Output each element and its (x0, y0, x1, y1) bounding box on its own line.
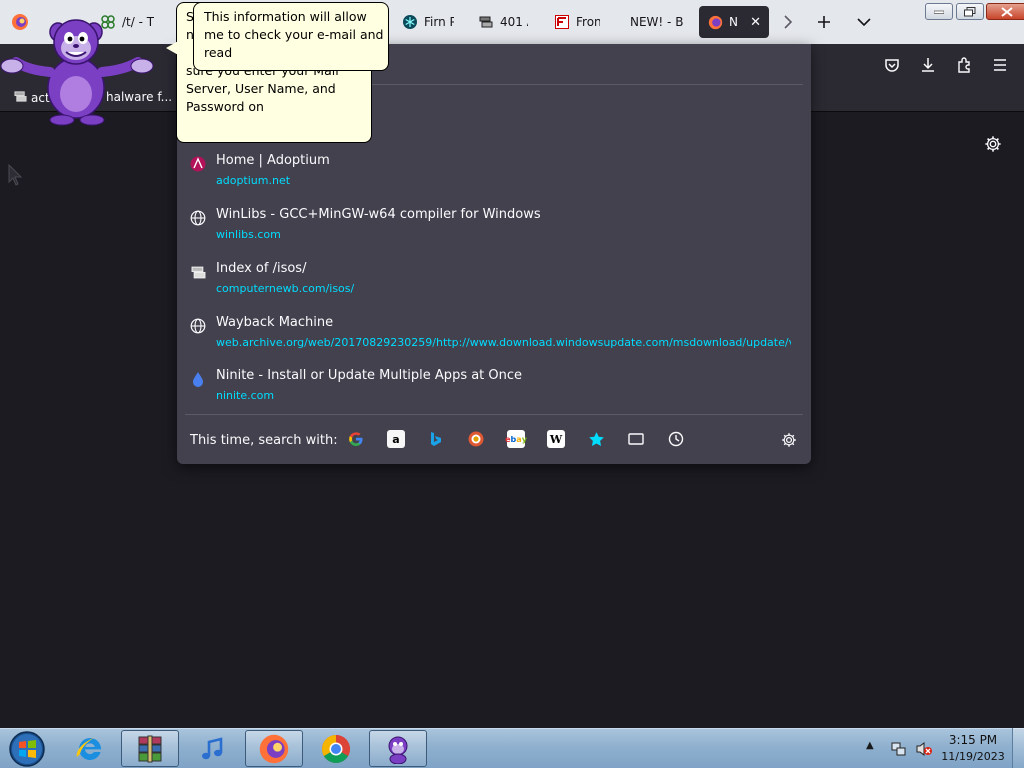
result-row[interactable]: Ninite - Install or Update Multiple Apps… (177, 365, 811, 415)
tab-title: Ne (729, 15, 738, 29)
list-tabs-chevron-down-icon[interactable] (852, 10, 876, 34)
search-settings-gear-icon[interactable] (779, 430, 799, 450)
scroll-right-icon[interactable] (776, 10, 800, 34)
tab-401[interactable]: 401 A (470, 6, 536, 38)
snowflake-icon (402, 14, 418, 30)
globe-icon (189, 317, 207, 335)
result-url: adoptium.net (216, 174, 291, 187)
volume-muted-icon[interactable] (915, 740, 933, 758)
start-button[interactable] (5, 730, 49, 768)
frontpage-icon (554, 14, 570, 30)
result-title: Home | Adoptium (216, 153, 330, 168)
close-icon[interactable]: ✕ (750, 15, 761, 30)
mouse-cursor-icon (8, 164, 23, 186)
result-row[interactable]: Index of /isos/ computernewb.com/isos/ (177, 258, 811, 308)
tab-title: Front (576, 15, 600, 29)
pocket-icon[interactable] (881, 54, 903, 76)
new-tab-plus-icon[interactable] (812, 10, 836, 34)
result-title: Wayback Machine (216, 315, 334, 330)
chrome-icon (322, 734, 350, 763)
server-icon (189, 263, 207, 281)
result-url: web.archive.org/web/20170829230259/http:… (216, 336, 791, 349)
result-title: WinLibs - GCC+MinGW-w64 compiler for Win… (216, 207, 541, 222)
tab-new-tab-active[interactable]: Ne ✕ (699, 6, 769, 38)
firefox-icon (707, 14, 723, 30)
download-icon[interactable] (917, 54, 939, 76)
wikipedia-icon[interactable]: W (547, 430, 565, 448)
taskbar-chrome[interactable] (307, 730, 365, 767)
minimize-button[interactable] (925, 3, 953, 20)
globe-icon (189, 209, 207, 227)
tab-title: 401 A (500, 15, 528, 29)
clock-date: 11/19/2023 (941, 750, 1005, 763)
network-icon[interactable] (890, 740, 908, 758)
result-title: Index of /isos/ (216, 261, 307, 276)
google-icon[interactable] (347, 430, 365, 448)
tab-title: NEW! - Bo (630, 15, 684, 29)
bing-icon[interactable] (427, 430, 445, 448)
firefox-icon (259, 734, 289, 763)
itunes-icon (202, 736, 223, 759)
internet-explorer-icon (76, 735, 102, 760)
result-url: winlibs.com (216, 228, 281, 241)
winrar-icon (138, 735, 162, 762)
divider (185, 414, 803, 415)
tab-front[interactable]: Front (546, 6, 608, 38)
result-url: computernewb.com/isos/ (216, 282, 355, 295)
speech-bubble-front-text: This information will allow me to check … (204, 9, 384, 60)
result-title: Ninite - Install or Update Multiple Apps… (216, 368, 523, 383)
taskbar-firefox[interactable] (245, 730, 303, 767)
history-clock-icon[interactable] (667, 430, 685, 448)
close-window-button[interactable] (986, 3, 1024, 20)
tab-new-bonzi[interactable]: NEW! - Bo (622, 6, 692, 38)
bonzibuddy-icon (388, 736, 408, 764)
tab-firn[interactable]: Firn P (394, 6, 462, 38)
duckduckgo-icon[interactable] (467, 430, 485, 448)
bonzibuddy-character[interactable] (0, 10, 156, 128)
result-row[interactable]: Home | Adoptium adoptium.net (177, 150, 811, 200)
tab-title: Firn P (424, 15, 454, 29)
tabs-icon[interactable] (627, 430, 645, 448)
clock-time: 3:15 PM (948, 733, 998, 747)
bookmarks-star-icon[interactable] (587, 430, 605, 448)
speech-bubble-tail (166, 40, 180, 56)
newtab-settings-gear-icon[interactable] (982, 133, 1004, 155)
result-url: ninite.com (216, 389, 275, 402)
windows-orb-icon (9, 731, 45, 767)
server-icon (478, 14, 494, 30)
ninite-icon (189, 370, 207, 388)
system-clock[interactable]: 3:15 PM 11/19/2023 (938, 733, 1008, 763)
show-hidden-icons-arrow[interactable]: ▲ (866, 740, 874, 751)
result-row[interactable]: Wayback Machine web.archive.org/web/2017… (177, 312, 811, 362)
search-with-label: This time, search with: (190, 433, 338, 448)
taskbar-itunes[interactable] (183, 730, 241, 767)
result-row[interactable]: WinLibs - GCC+MinGW-w64 compiler for Win… (177, 204, 811, 254)
hamburger-menu-icon[interactable] (989, 54, 1011, 76)
taskbar-winrar[interactable] (121, 730, 179, 767)
amazon-icon[interactable]: a (387, 430, 405, 448)
show-desktop-button[interactable] (1012, 728, 1024, 768)
adoptium-icon (189, 155, 207, 173)
ebay-icon[interactable]: ebay (505, 430, 527, 448)
restore-button[interactable] (956, 3, 984, 20)
extensions-puzzle-icon[interactable] (953, 54, 975, 76)
taskbar-bonzibuddy[interactable] (369, 730, 427, 767)
taskbar-internet-explorer[interactable] (61, 730, 119, 767)
